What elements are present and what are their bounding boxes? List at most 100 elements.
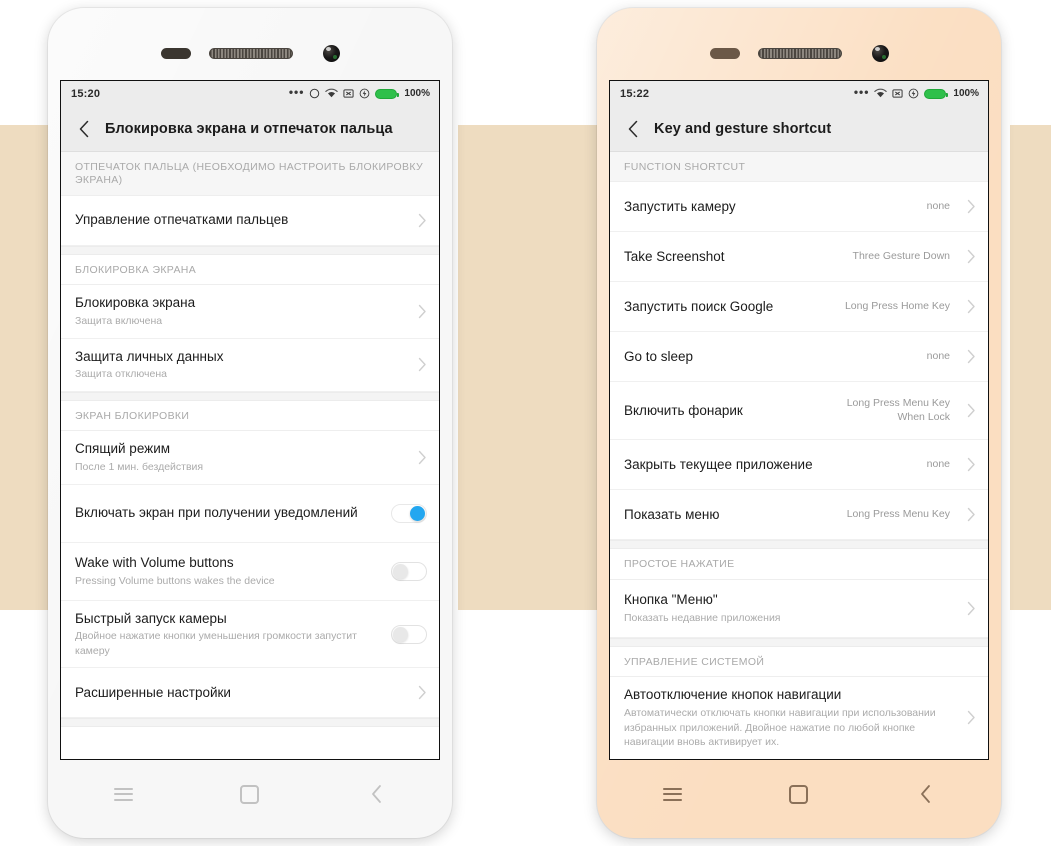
section-header-screen-lock: БЛОКИРОВКА ЭКРАНА <box>61 254 439 286</box>
home-icon <box>240 784 260 804</box>
status-bar: 15:20 ••• 100% <box>61 81 439 106</box>
row-value: Three Gesture Down <box>852 249 950 262</box>
row-title: Запустить поиск Google <box>624 299 774 315</box>
no-sim-icon <box>343 88 355 99</box>
row-text: Включить фонарик <box>624 393 810 429</box>
nav-home-button[interactable] <box>776 774 822 814</box>
toggle-knob <box>393 563 408 579</box>
status-bar-time: 15:20 <box>71 87 101 100</box>
row-title: Wake with Volume buttons <box>75 554 234 570</box>
menu-icon <box>662 784 682 804</box>
list-item[interactable]: Запустить поиск Google Long Press Home K… <box>610 282 988 333</box>
list-item[interactable]: Закрыть текущее приложение none <box>610 440 988 491</box>
status-bar-icons: ••• 100% <box>288 84 430 100</box>
row-text: Показать меню <box>624 497 837 533</box>
chevron-right-icon <box>407 450 427 465</box>
system-navigation-bar <box>60 762 440 826</box>
battery-icon <box>375 88 400 99</box>
row-text: Запустить камеру <box>624 189 917 225</box>
battery-icon <box>924 88 949 99</box>
page-title: Блокировка экрана и отпечаток пальца <box>105 120 393 137</box>
battery-percent: 100% <box>953 88 979 99</box>
wifi-icon <box>325 88 339 99</box>
row-subtitle: Защита включена <box>75 315 163 328</box>
proximity-sensor-icon <box>709 47 740 59</box>
chevron-right-icon <box>956 199 976 214</box>
row-title: Блокировка экрана <box>75 295 196 311</box>
row-text: Запустить поиск Google <box>624 289 835 325</box>
list-item[interactable]: Кнопка "Меню" Показать недавние приложен… <box>610 579 988 638</box>
section-divider <box>610 540 988 550</box>
list-item[interactable]: Автоотключение кнопок навигации Автомати… <box>610 677 988 759</box>
list-item[interactable]: Включать экран при получении уведомлений <box>61 484 439 543</box>
row-text: Wake with Volume buttons Pressing Volume… <box>75 545 381 597</box>
list-item[interactable]: Расширенные настройки <box>61 668 439 719</box>
nav-home-button[interactable] <box>227 774 273 814</box>
row-value: none <box>926 457 950 470</box>
list-item[interactable]: Защита личных данных Защита отключена <box>61 338 439 392</box>
row-title: Go to sleep <box>624 349 694 365</box>
more-dots-icon: ••• <box>288 84 305 99</box>
list-end-divider <box>61 718 439 728</box>
row-text: Быстрый запуск камеры Двойное нажатие кн… <box>75 601 381 668</box>
row-subtitle: Pressing Volume buttons wakes the device <box>75 574 275 587</box>
section-header-simple-press: ПРОСТОЕ НАЖАТИЕ <box>610 549 988 580</box>
list-item[interactable]: Включить фонарик Long Press Menu Key Whe… <box>610 382 988 441</box>
list-item[interactable]: Спящий режим После 1 мин. бездействия <box>61 431 439 485</box>
battery-percent: 100% <box>404 88 430 99</box>
chevron-right-icon <box>956 349 976 364</box>
row-title: Защита личных данных <box>75 348 224 364</box>
nav-back-button[interactable] <box>354 774 400 814</box>
section-header-system-control: УПРАВЛЕНИЕ СИСТЕМОЙ <box>610 646 988 678</box>
front-camera-icon <box>871 44 889 62</box>
toggle-quick-camera-launch[interactable] <box>391 624 427 644</box>
row-title: Включить фонарик <box>624 403 743 419</box>
wifi-icon <box>874 88 888 99</box>
nav-menu-button[interactable] <box>100 774 146 814</box>
row-value: Long Press Menu Key <box>846 507 950 520</box>
row-subtitle: Двойное нажатие кнопки уменьшения громко… <box>75 630 357 657</box>
phone-right-screen: 15:22 ••• 100% Key and gesture shortcut … <box>609 80 989 760</box>
status-bar: 15:22 ••• 100% <box>610 81 988 106</box>
list-item[interactable]: Показать меню Long Press Menu Key <box>610 490 988 541</box>
menu-icon <box>113 784 133 804</box>
section-divider <box>61 391 439 401</box>
row-text: Блокировка экрана Защита включена <box>75 285 401 337</box>
title-bar: Key and gesture shortcut <box>610 106 988 152</box>
row-text: Включать экран при получении уведомлений <box>75 495 381 531</box>
row-value: Long Press Home Key <box>844 299 950 312</box>
row-text: Take Screenshot <box>624 239 843 275</box>
page-title: Key and gesture shortcut <box>654 120 832 137</box>
row-value: none <box>926 199 950 212</box>
list-item[interactable]: Управление отпечатками пальцев <box>61 195 439 246</box>
decorative-band-center <box>458 125 613 610</box>
chevron-right-icon <box>956 249 976 264</box>
back-chevron-icon[interactable] <box>622 118 644 140</box>
toggle-wake-with-volume[interactable] <box>391 561 427 581</box>
row-text: Go to sleep <box>624 339 917 375</box>
chevron-right-icon <box>956 507 976 522</box>
row-title: Take Screenshot <box>624 249 725 265</box>
section-divider <box>61 245 439 255</box>
back-chevron-icon[interactable] <box>73 118 95 140</box>
toggle-knob <box>410 505 425 521</box>
list-item[interactable]: Go to sleep none <box>610 332 988 383</box>
phone-hardware-row <box>597 44 1001 62</box>
list-item[interactable]: Блокировка экрана Защита включена <box>61 285 439 339</box>
nav-back-button[interactable] <box>903 774 949 814</box>
toggle-wake-on-notification[interactable] <box>391 503 427 523</box>
row-subtitle: После 1 мин. бездействия <box>75 461 204 474</box>
settings-list-right: FUNCTION SHORTCUT Запустить камеру none … <box>610 152 988 759</box>
alarm-circle-icon <box>309 88 320 99</box>
list-item[interactable]: Запустить камеру none <box>610 182 988 233</box>
row-value: Long Press Menu Key When Lock <box>846 396 950 423</box>
list-item[interactable]: Wake with Volume buttons Pressing Volume… <box>61 542 439 601</box>
row-title: Кнопка "Меню" <box>624 592 718 608</box>
list-item[interactable]: Take Screenshot Three Gesture Down <box>610 232 988 283</box>
home-icon <box>789 784 809 804</box>
row-text: Управление отпечатками пальцев <box>75 202 401 238</box>
nav-menu-button[interactable] <box>649 774 695 814</box>
list-item[interactable]: Быстрый запуск камеры Двойное нажатие кн… <box>61 600 439 669</box>
row-text: Защита личных данных Защита отключена <box>75 339 401 391</box>
row-title: Показать меню <box>624 507 720 523</box>
